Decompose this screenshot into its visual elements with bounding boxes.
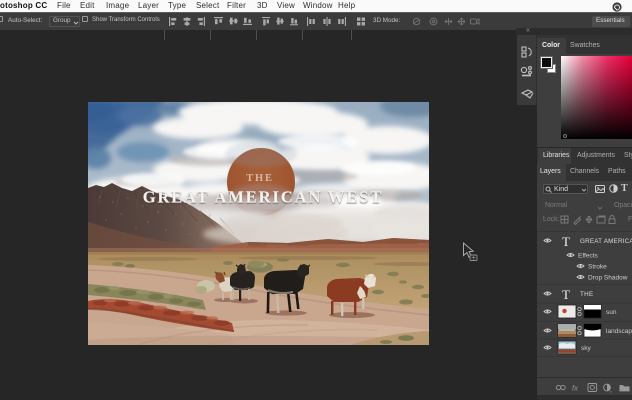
svg-text:landscape: landscape [606, 328, 632, 335]
svg-text:sun: sun [606, 309, 617, 316]
svg-text:fx: fx [572, 384, 578, 393]
svg-text:T: T [562, 287, 570, 302]
svg-text:GREAT AMERICAN WEST: GREAT AMERICAN WEST [143, 188, 384, 207]
svg-text:Drop Shadow: Drop Shadow [588, 275, 628, 282]
svg-text:GREAT AMERICAN: GREAT AMERICAN [580, 238, 632, 245]
svg-text:T: T [562, 234, 570, 249]
svg-text:THE: THE [580, 291, 594, 298]
svg-text:THE: THE [246, 173, 274, 184]
svg-text:Effects: Effects [578, 253, 599, 260]
svg-text:Stroke: Stroke [588, 264, 607, 271]
svg-text:sky: sky [581, 345, 592, 352]
